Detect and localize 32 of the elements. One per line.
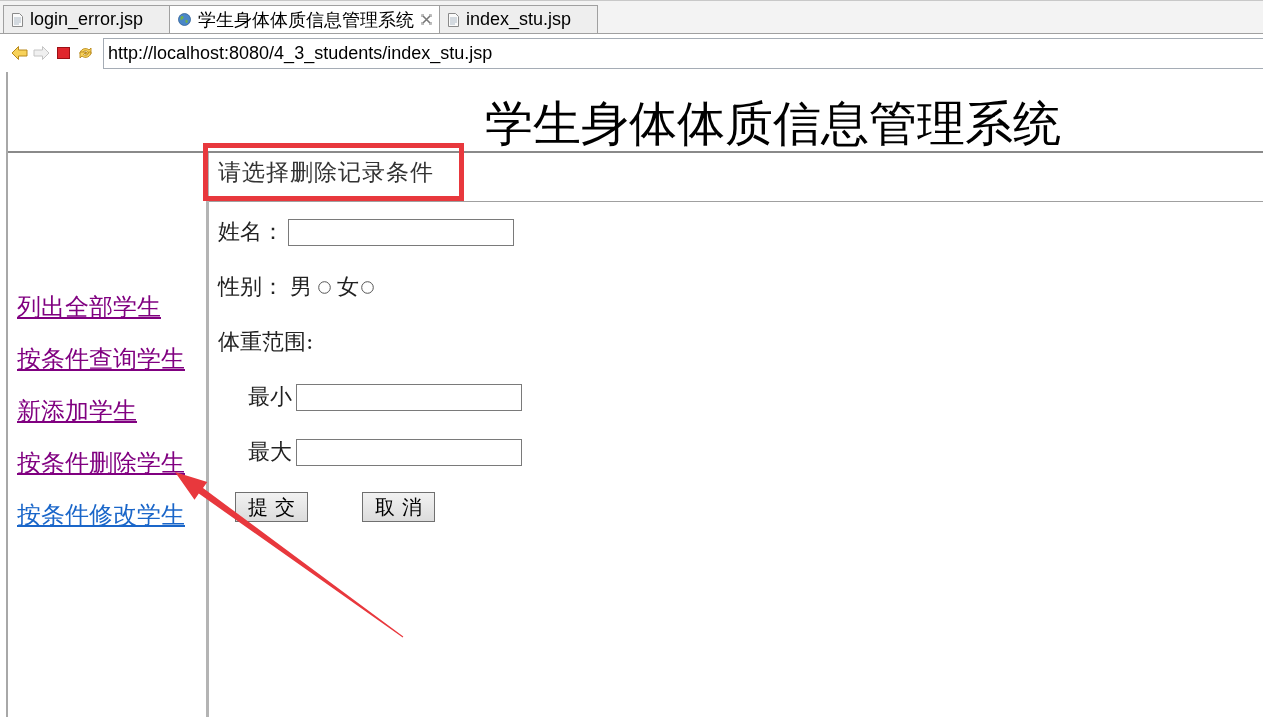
submit-button[interactable]: 提 交 <box>235 492 308 522</box>
cancel-button[interactable]: 取 消 <box>362 492 435 522</box>
browser-tab[interactable]: 学生身体体质信息管理系统 <box>169 5 441 33</box>
field-label: 姓名： <box>218 218 284 246</box>
browser-tab[interactable]: index_stu.jsp <box>439 5 599 33</box>
nav-link[interactable]: 列出全部学生 <box>17 293 161 322</box>
nav-link[interactable]: 按条件查询学生 <box>17 345 185 374</box>
document-icon <box>12 12 23 27</box>
option-label: 女 <box>337 273 359 301</box>
max-weight-input[interactable] <box>296 438 522 466</box>
radio-button[interactable] <box>361 280 374 294</box>
field-label: 最小 <box>248 383 292 411</box>
address-field[interactable]: http://localhost:8080/4_3_students/index_stu.jsp <box>103 37 1263 69</box>
name-input[interactable] <box>288 218 514 246</box>
nav-link[interactable]: 新添加学生 <box>17 397 137 426</box>
radio-button[interactable] <box>318 280 331 294</box>
globe-icon <box>178 13 192 26</box>
option-label: 男 <box>290 273 312 301</box>
nav-link[interactable]: 按条件修改学生 <box>17 501 185 530</box>
section-heading: 请选择删除记录条件 <box>218 157 434 187</box>
field-label: 最大 <box>248 438 292 466</box>
refresh-icon[interactable] <box>77 45 94 61</box>
page-title: 学生身体体质信息管理系统 <box>485 97 1061 149</box>
back-icon[interactable] <box>11 45 28 61</box>
field-label: 体重范围: <box>218 328 314 356</box>
close-icon[interactable] <box>421 14 433 25</box>
field-label: 性别： <box>218 273 284 301</box>
stop-icon[interactable] <box>55 45 72 61</box>
browser-tab[interactable]: login_error.jsp <box>3 5 171 33</box>
document-icon <box>448 12 460 27</box>
nav-link[interactable]: 按条件删除学生 <box>17 449 185 478</box>
min-weight-input[interactable] <box>296 383 522 411</box>
